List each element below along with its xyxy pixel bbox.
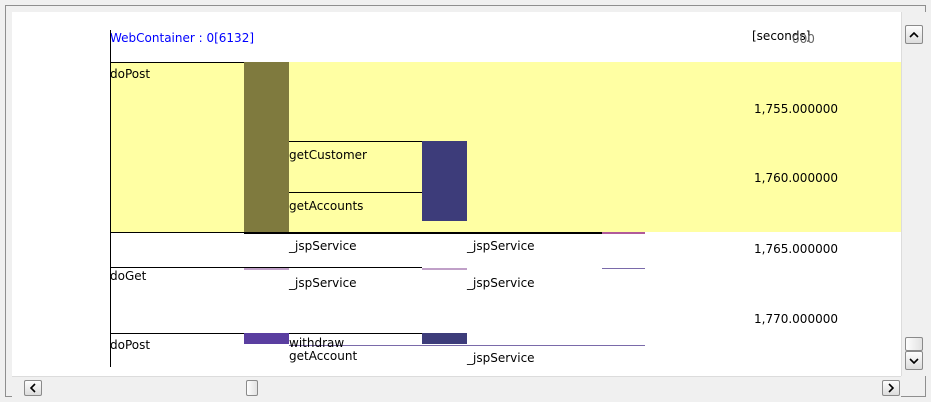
horizontal-scrollbar[interactable] — [12, 376, 901, 397]
call-bar-doget[interactable] — [244, 268, 289, 270]
thread-axis-line — [110, 30, 111, 367]
chevron-right-icon[interactable] — [882, 380, 900, 396]
call-label-jspservice[interactable]: _jspService — [467, 276, 535, 290]
call-line — [289, 141, 422, 142]
call-line — [244, 232, 602, 234]
call-label-jspservice[interactable]: _jspService — [467, 239, 535, 253]
call-label-dopost-2[interactable]: doPost — [110, 338, 150, 352]
vertical-scrollbar[interactable] — [901, 12, 926, 376]
chevron-up-icon[interactable] — [905, 25, 923, 44]
call-label-jspservice[interactable]: _jspService — [289, 276, 357, 290]
axis-tick-1760: 1,760.000000 — [754, 171, 838, 185]
trace-view-frame: WebContainer : 0[6132] [seconds] 000 1,7… — [5, 5, 926, 397]
selected-call-highlight — [110, 62, 901, 232]
call-label-jspservice[interactable]: _jspService — [289, 239, 357, 253]
vertical-scroll-thumb[interactable] — [905, 337, 923, 351]
call-label-getaccount[interactable]: getAccount — [289, 349, 357, 363]
call-label-jspservice[interactable]: _jspService — [467, 351, 535, 365]
axis-tick-1765: 1,765.000000 — [754, 242, 838, 256]
call-label-getcustomer[interactable]: getCustomer — [289, 148, 367, 162]
call-line — [110, 232, 244, 233]
call-line — [289, 333, 422, 334]
horizontal-scroll-thumb[interactable] — [246, 380, 258, 396]
call-line — [289, 192, 422, 193]
call-bar-small[interactable] — [602, 232, 645, 234]
container-label[interactable]: WebContainer : 0[6132] — [110, 31, 254, 45]
scrollbar-corner — [901, 376, 925, 396]
call-label-doget[interactable]: doGet — [110, 269, 146, 283]
call-label-withdraw[interactable]: withdraw — [289, 336, 344, 350]
chevron-down-icon[interactable] — [905, 351, 923, 370]
call-bar-getcustomer[interactable] — [422, 141, 467, 221]
call-bar-jspservice[interactable] — [422, 268, 467, 270]
call-label-dopost[interactable]: doPost — [110, 67, 150, 81]
call-bar-withdraw[interactable] — [422, 333, 467, 344]
call-label-getaccounts[interactable]: getAccounts — [289, 199, 363, 213]
call-bar-dopost-2[interactable] — [244, 333, 289, 344]
chevron-left-icon[interactable] — [24, 380, 42, 396]
call-line — [110, 333, 244, 334]
call-bar-small[interactable] — [602, 268, 645, 269]
call-line — [110, 267, 244, 268]
axis-tick-1755: 1,755.000000 — [754, 102, 838, 116]
axis-tick-1770: 1,770.000000 — [754, 312, 838, 326]
call-bar-dopost[interactable] — [244, 62, 289, 232]
trace-canvas: WebContainer : 0[6132] [seconds] 000 1,7… — [12, 12, 901, 376]
call-line — [110, 62, 244, 63]
